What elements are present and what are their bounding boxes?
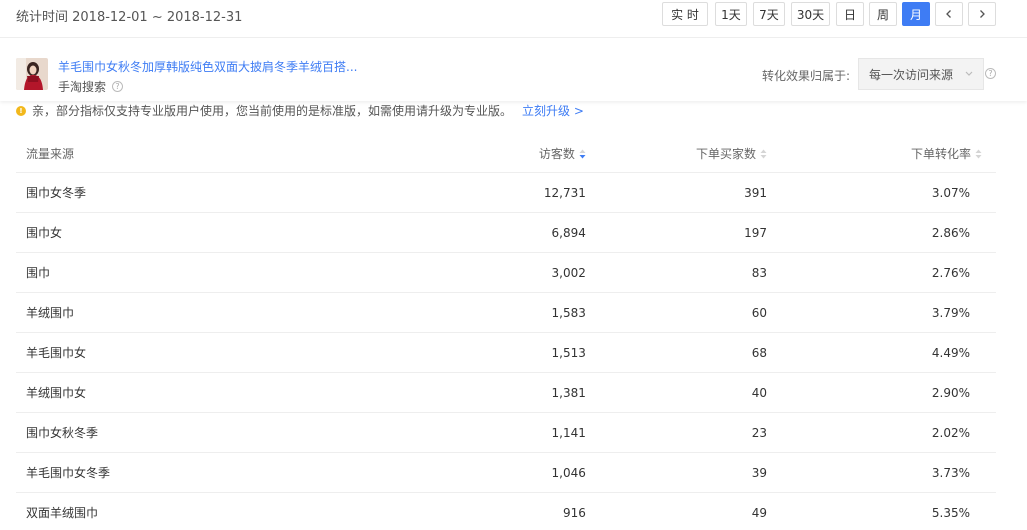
attribution-help-icon[interactable]: ?	[985, 68, 996, 79]
cell-buyers: 83	[585, 252, 767, 293]
table-row[interactable]: 羊绒围巾 1,583 60 3.79%	[16, 292, 996, 333]
period-7day-button[interactable]: 7天	[753, 2, 785, 26]
date-range-label: 统计时间 2018-12-01 ~ 2018-12-31	[16, 10, 243, 25]
sort-icon	[975, 149, 982, 158]
attribution-label: 转化效果归属于:	[762, 69, 851, 83]
cell-visitors: 1,141	[322, 412, 586, 453]
cell-source: 羊毛围巾女	[16, 332, 323, 373]
column-header-conversion-label: 下单转化率	[910, 146, 971, 161]
period-realtime-button[interactable]: 实 时	[662, 2, 708, 26]
cell-source: 羊毛围巾女冬季	[16, 452, 323, 493]
upgrade-notice: ! 亲，部分指标仅支持专业版用户使用，您当前使用的是标准版，如需使用请升级为专业…	[16, 102, 584, 119]
cell-conversion: 2.76%	[766, 252, 996, 293]
table-row[interactable]: 围巾女冬季 12,731 391 3.07%	[16, 172, 996, 213]
period-30day-button[interactable]: 30天	[791, 2, 830, 26]
period-month-button[interactable]: 月	[902, 2, 930, 26]
cell-conversion: 5.35%	[766, 492, 996, 530]
sort-icon	[760, 149, 767, 158]
traffic-source-table: 流量来源 访客数 下单买家数 下单转化率 围巾女冬季 12,731 391 3.…	[16, 134, 996, 530]
cell-visitors: 1,583	[322, 292, 586, 333]
cell-visitors: 1,046	[322, 452, 586, 493]
cell-buyers: 391	[585, 172, 767, 213]
cell-source: 羊绒围巾女	[16, 372, 323, 413]
attribution-select[interactable]: 每一次访问来源	[858, 58, 984, 90]
table-row[interactable]: 羊毛围巾女冬季 1,046 39 3.73%	[16, 452, 996, 493]
cell-buyers: 197	[585, 212, 767, 253]
cell-buyers: 49	[585, 492, 767, 530]
product-title-link[interactable]: 羊毛围巾女秋冬加厚韩版纯色双面大披肩冬季羊绒百搭...	[58, 58, 357, 75]
table-row[interactable]: 围巾 3,002 83 2.76%	[16, 252, 996, 293]
cell-source: 围巾	[16, 252, 323, 293]
help-icon[interactable]: ?	[112, 81, 124, 92]
cell-conversion: 3.73%	[766, 452, 996, 493]
cell-conversion: 3.79%	[766, 292, 996, 333]
table-row[interactable]: 羊绒围巾女 1,381 40 2.90%	[16, 372, 996, 413]
column-header-visitors-label: 访客数	[538, 146, 575, 161]
cell-buyers: 40	[585, 372, 767, 413]
cell-conversion: 2.86%	[766, 212, 996, 253]
chevron-right-icon	[980, 10, 985, 18]
cell-visitors: 916	[322, 492, 586, 530]
top-bar: 统计时间 2018-12-01 ~ 2018-12-31 实 时 1天 7天 3…	[0, 0, 1027, 38]
column-header-buyers[interactable]: 下单买家数	[585, 134, 767, 173]
cell-buyers: 60	[585, 292, 767, 333]
column-header-source: 流量来源	[16, 134, 323, 173]
upgrade-link[interactable]: 立刻升级 >	[522, 102, 584, 119]
cell-visitors: 1,513	[322, 332, 586, 373]
warning-icon: !	[16, 105, 26, 116]
table-row[interactable]: 羊毛围巾女 1,513 68 4.49%	[16, 332, 996, 373]
table-row[interactable]: 围巾女 6,894 197 2.86%	[16, 212, 996, 253]
prev-period-button[interactable]	[935, 2, 963, 26]
product-info-row: 羊毛围巾女秋冬加厚韩版纯色双面大披肩冬季羊绒百搭... 手淘搜索 ? 转化效果归…	[0, 38, 1027, 101]
cell-buyers: 39	[585, 452, 767, 493]
table-header-row: 流量来源 访客数 下单买家数 下单转化率	[16, 134, 996, 173]
cell-conversion: 2.90%	[766, 372, 996, 413]
cell-source: 双面羊绒围巾	[16, 492, 323, 530]
chevron-down-icon	[965, 71, 973, 76]
product-thumbnail[interactable]	[16, 58, 48, 90]
product-source: 手淘搜索 ?	[58, 78, 124, 95]
period-week-button[interactable]: 周	[869, 2, 897, 26]
cell-visitors: 1,381	[322, 372, 586, 413]
chevron-left-icon	[946, 10, 951, 18]
cell-visitors: 3,002	[322, 252, 586, 293]
cell-conversion: 3.07%	[766, 172, 996, 213]
attribution-select-value: 每一次访问来源	[869, 67, 954, 82]
period-day-button[interactable]: 日	[836, 2, 864, 26]
table-row[interactable]: 围巾女秋冬季 1,141 23 2.02%	[16, 412, 996, 453]
cell-buyers: 23	[585, 412, 767, 453]
traffic-source-page: 统计时间 2018-12-01 ~ 2018-12-31 实 时 1天 7天 3…	[0, 0, 1027, 530]
column-header-buyers-label: 下单买家数	[695, 146, 756, 161]
cell-buyers: 68	[585, 332, 767, 373]
cell-source: 羊绒围巾	[16, 292, 323, 333]
cell-visitors: 6,894	[322, 212, 586, 253]
next-period-button[interactable]	[968, 2, 996, 26]
cell-source: 围巾女冬季	[16, 172, 323, 213]
table-row[interactable]: 双面羊绒围巾 916 49 5.35%	[16, 492, 996, 530]
cell-source: 围巾女	[16, 212, 323, 253]
column-header-conversion[interactable]: 下单转化率	[766, 134, 996, 173]
cell-conversion: 4.49%	[766, 332, 996, 373]
cell-visitors: 12,731	[322, 172, 586, 213]
column-header-visitors[interactable]: 访客数	[322, 134, 586, 173]
cell-source: 围巾女秋冬季	[16, 412, 323, 453]
cell-conversion: 2.02%	[766, 412, 996, 453]
notice-text: 亲，部分指标仅支持专业版用户使用，您当前使用的是标准版，如需使用请升级为专业版。	[32, 104, 513, 118]
product-source-label: 手淘搜索	[58, 80, 107, 94]
sort-desc-icon	[579, 149, 586, 158]
period-1day-button[interactable]: 1天	[715, 2, 747, 26]
